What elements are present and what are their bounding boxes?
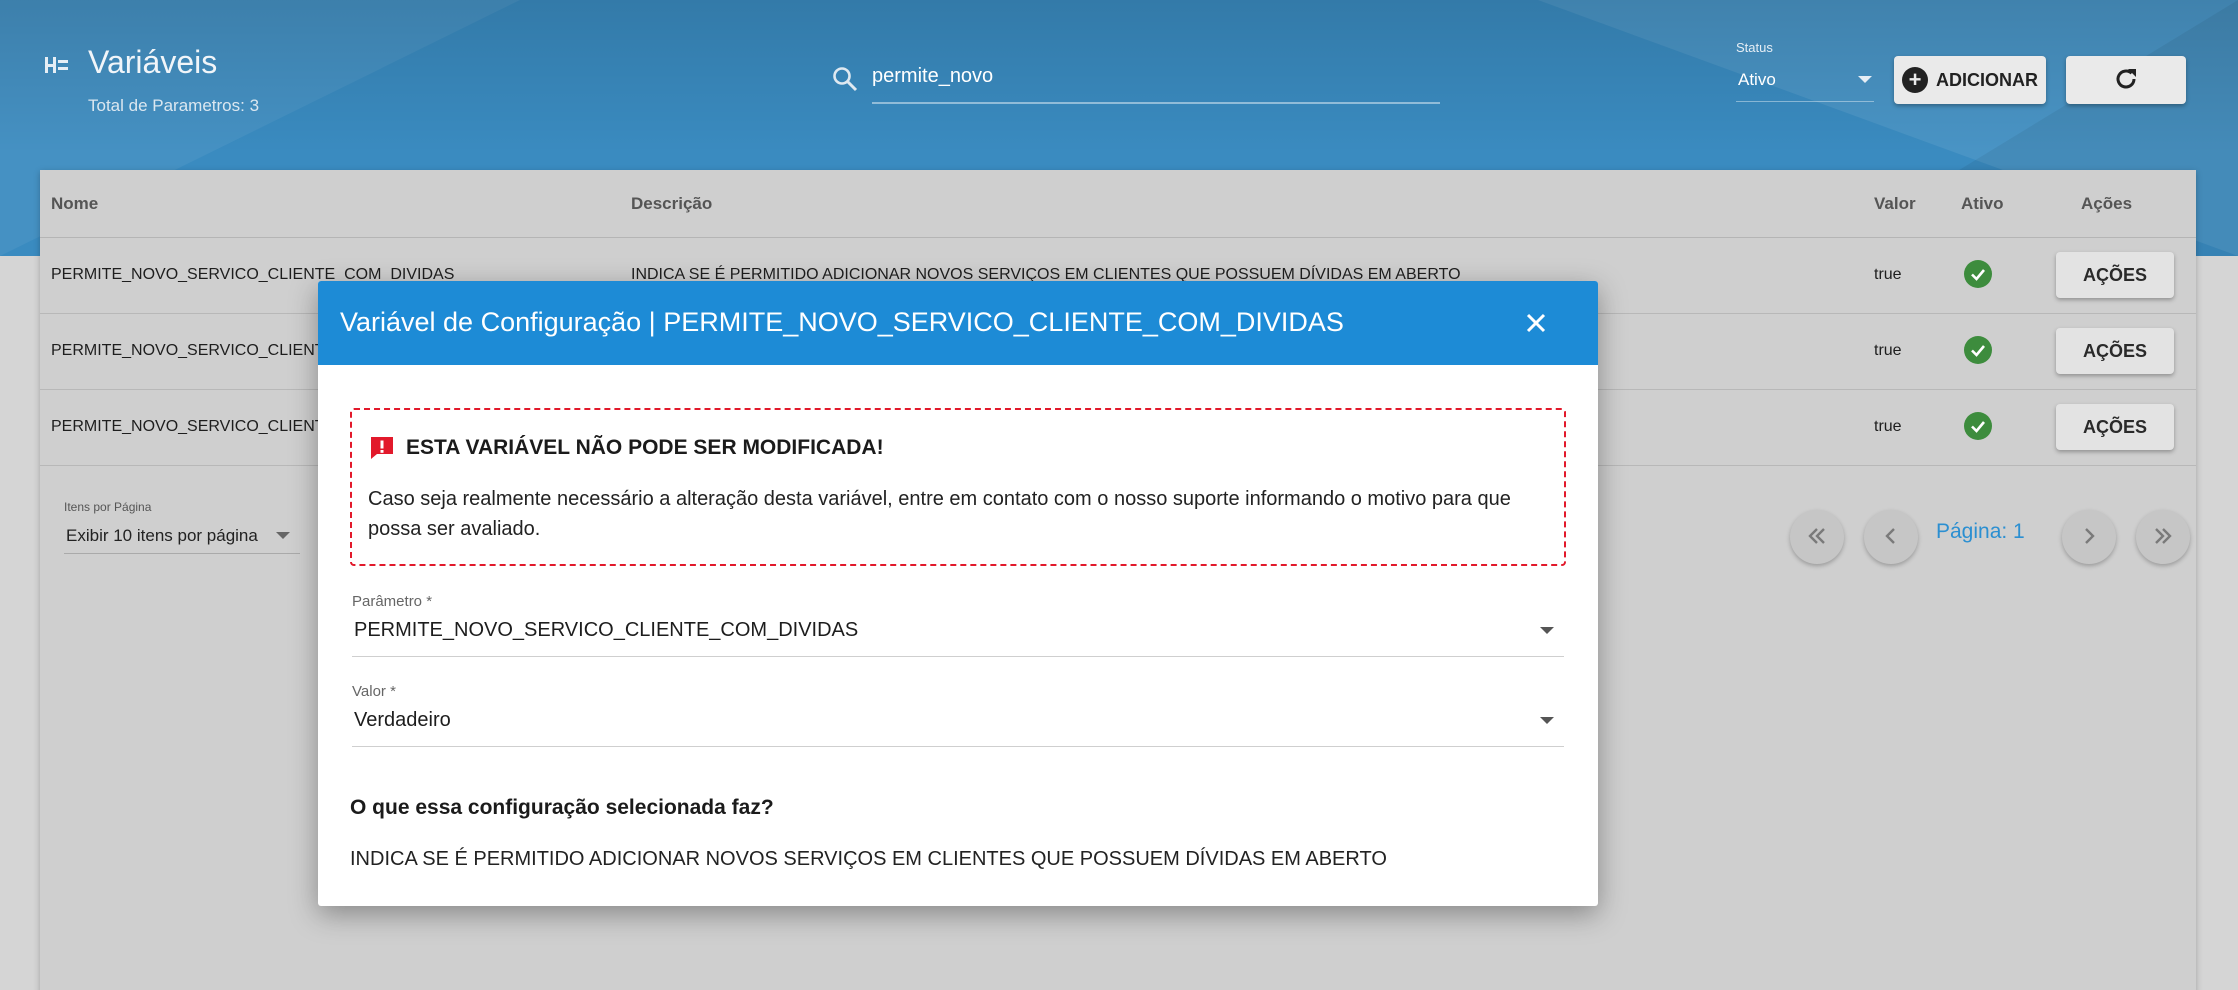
status-value: Ativo: [1738, 70, 1776, 89]
add-button-label: ADICIONAR: [1936, 69, 2038, 90]
status-select[interactable]: Status Ativo: [1736, 40, 1874, 102]
chevron-left-icon: [1879, 524, 1903, 551]
column-header-acoes: Ações: [2081, 194, 2133, 213]
parametro-label: Parâmetro *: [352, 593, 433, 610]
search-input[interactable]: [872, 60, 1440, 104]
config-question: O que essa configuração selecionada faz?: [350, 796, 774, 819]
actions-button[interactable]: AÇÕES: [2056, 404, 2174, 450]
dialog-title: Variável de Configuração | PERMITE_NOVO_…: [340, 307, 1344, 337]
config-variable-dialog: Variável de Configuração | PERMITE_NOVO_…: [318, 281, 1598, 906]
refresh-icon: [2113, 66, 2139, 95]
actions-button[interactable]: AÇÕES: [2056, 328, 2174, 374]
items-per-page-value: Exibir 10 itens por página: [66, 526, 258, 545]
next-page-button[interactable]: [2062, 510, 2116, 564]
caret-down-icon: [276, 532, 290, 539]
caret-down-icon: [1858, 76, 1872, 83]
add-button[interactable]: + ADICIONAR: [1894, 56, 2046, 104]
last-page-button[interactable]: [2136, 510, 2190, 564]
first-page-button[interactable]: [1790, 510, 1844, 564]
search-icon: [832, 66, 858, 92]
config-description: INDICA SE É PERMITIDO ADICIONAR NOVOS SE…: [350, 848, 1387, 870]
readonly-warning: ESTA VARIÁVEL NÃO PODE SER MODIFICADA! C…: [350, 408, 1566, 566]
valor-value: Verdadeiro: [354, 709, 451, 731]
items-per-page-select[interactable]: Itens por Página Exibir 10 itens por pág…: [64, 498, 300, 554]
row-valor: true: [1874, 418, 1902, 435]
refresh-button[interactable]: [2066, 56, 2186, 104]
valor-select[interactable]: Valor * Verdadeiro: [352, 683, 1564, 747]
alert-message-icon: [368, 434, 396, 462]
actions-button[interactable]: AÇÕES: [2056, 252, 2174, 298]
warning-text: Caso seja realmente necessário a alteraç…: [368, 488, 1511, 540]
current-page-label: Página: 1: [1936, 520, 2025, 543]
check-circle-icon: [1964, 412, 1992, 440]
column-header-nome: Nome: [51, 194, 99, 213]
search-box: [832, 60, 1440, 106]
dialog-header: Variável de Configuração | PERMITE_NOVO_…: [318, 281, 1598, 365]
chevron-right-icon: [2077, 524, 2101, 551]
warning-title: ESTA VARIÁVEL NÃO PODE SER MODIFICADA!: [406, 436, 884, 459]
row-valor: true: [1874, 342, 1902, 359]
caret-down-icon: [1540, 627, 1554, 634]
plus-circle-icon: +: [1902, 67, 1928, 93]
column-header-valor: Valor: [1874, 194, 1916, 213]
total-parameters-count: Total de Parametros: 3: [88, 96, 260, 115]
parametro-select[interactable]: Parâmetro * PERMITE_NOVO_SERVICO_CLIENTE…: [352, 593, 1564, 657]
row-nome: PERMITE_NOVO_SERVICO_CLIENT: [51, 342, 325, 359]
double-chevron-right-icon: [2151, 524, 2175, 551]
parametro-value: PERMITE_NOVO_SERVICO_CLIENTE_COM_DIVIDAS: [354, 619, 859, 641]
page-title: Variáveis: [88, 44, 218, 80]
row-valor: true: [1874, 266, 1902, 283]
table-header: Nome Descrição Valor Ativo Ações: [40, 170, 2196, 238]
column-header-ativo: Ativo: [1961, 194, 2004, 213]
column-header-descricao: Descrição: [631, 194, 713, 213]
caret-down-icon: [1540, 717, 1554, 724]
check-circle-icon: [1964, 260, 1992, 288]
row-nome: PERMITE_NOVO_SERVICO_CLIENT: [51, 418, 325, 435]
list-icon: [44, 54, 70, 76]
close-icon[interactable]: [1522, 309, 1550, 337]
status-label: Status: [1736, 40, 1773, 55]
double-chevron-left-icon: [1805, 524, 1829, 551]
check-circle-icon: [1964, 336, 1992, 364]
items-per-page-label: Itens por Página: [64, 500, 152, 514]
valor-label: Valor *: [352, 683, 396, 700]
previous-page-button[interactable]: [1864, 510, 1918, 564]
